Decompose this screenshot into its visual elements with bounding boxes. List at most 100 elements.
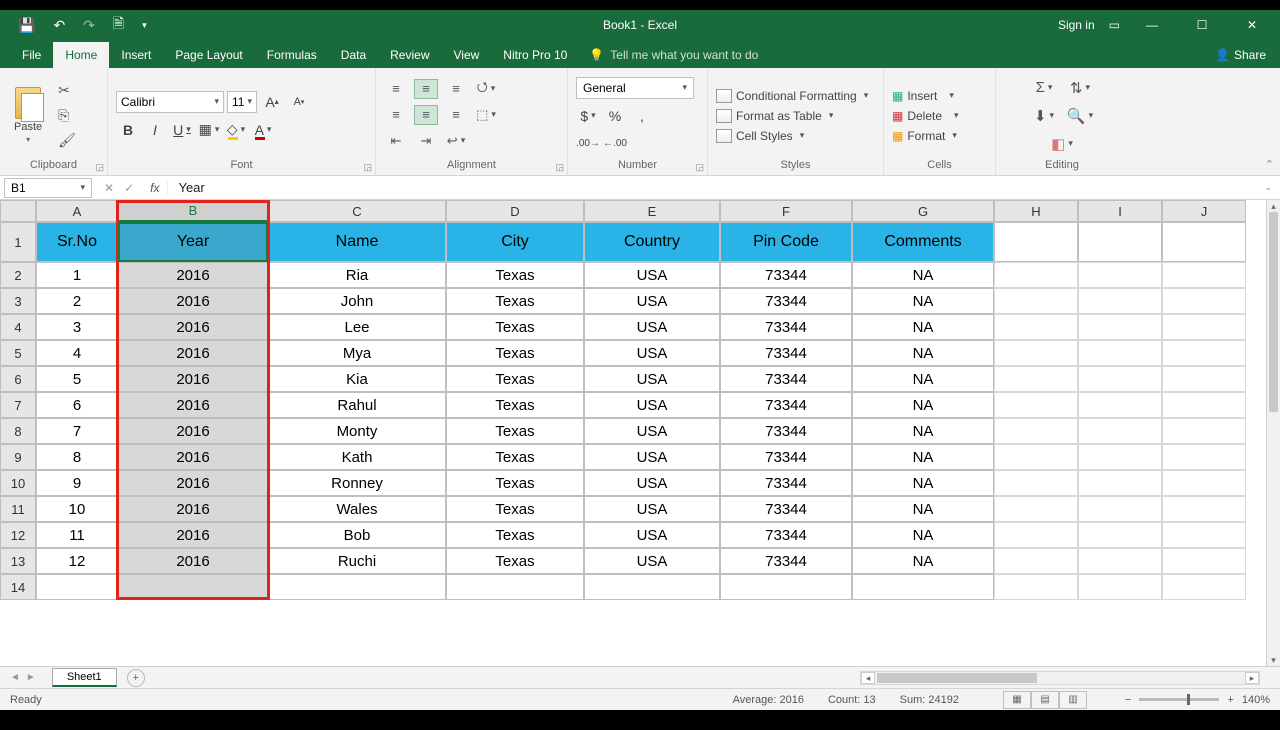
- column-header-D[interactable]: D: [446, 200, 584, 222]
- cell[interactable]: 2016: [118, 340, 268, 366]
- cell[interactable]: Ruchi: [268, 548, 446, 574]
- increase-indent-icon[interactable]: ⇥: [414, 131, 438, 151]
- cell[interactable]: NA: [852, 392, 994, 418]
- cell[interactable]: 2016: [118, 418, 268, 444]
- redo-icon[interactable]: ↷: [83, 17, 95, 34]
- cell[interactable]: [36, 574, 118, 600]
- cell[interactable]: [994, 314, 1078, 340]
- borders-button[interactable]: ▦▾: [197, 119, 221, 141]
- row-header-6[interactable]: 6: [0, 366, 36, 392]
- cell[interactable]: 73344: [720, 418, 852, 444]
- cell[interactable]: [1162, 522, 1246, 548]
- column-header-C[interactable]: C: [268, 200, 446, 222]
- formula-input[interactable]: Year: [168, 180, 1256, 195]
- cell[interactable]: USA: [584, 314, 720, 340]
- tab-page-layout[interactable]: Page Layout: [163, 42, 254, 68]
- cell[interactable]: [1078, 392, 1162, 418]
- italic-button[interactable]: I: [143, 119, 167, 141]
- cell[interactable]: 2016: [118, 392, 268, 418]
- sheet-nav-prev-icon[interactable]: ◄: [10, 672, 20, 683]
- cell[interactable]: NA: [852, 314, 994, 340]
- cell[interactable]: Bob: [268, 522, 446, 548]
- sheet-tab[interactable]: Sheet1: [52, 668, 117, 687]
- cell[interactable]: 73344: [720, 366, 852, 392]
- copy-icon[interactable]: ⎘: [58, 107, 76, 124]
- cell[interactable]: [1162, 548, 1246, 574]
- cell[interactable]: USA: [584, 418, 720, 444]
- font-dialog-icon[interactable]: ◲: [363, 162, 372, 173]
- cell[interactable]: 4: [36, 340, 118, 366]
- clipboard-dialog-icon[interactable]: ◲: [95, 162, 104, 173]
- format-as-table-button[interactable]: Format as Table▾: [716, 108, 833, 124]
- worksheet-grid[interactable]: ABCDEFGHIJ1Sr.NoYearNameCityCountryPin C…: [0, 200, 1280, 666]
- cell[interactable]: Texas: [446, 314, 584, 340]
- decrease-font-icon[interactable]: A▾: [287, 91, 311, 113]
- cell[interactable]: [994, 340, 1078, 366]
- cell[interactable]: USA: [584, 522, 720, 548]
- cell[interactable]: Texas: [446, 392, 584, 418]
- cell[interactable]: 73344: [720, 262, 852, 288]
- enter-formula-icon[interactable]: ✓: [124, 181, 134, 195]
- align-top-icon[interactable]: ≡: [384, 79, 408, 99]
- align-left-icon[interactable]: ≡: [384, 105, 408, 125]
- cell[interactable]: Texas: [446, 470, 584, 496]
- percent-format-icon[interactable]: %: [603, 105, 627, 127]
- row-header-4[interactable]: 4: [0, 314, 36, 340]
- number-format-select[interactable]: General▾: [576, 77, 694, 99]
- cell[interactable]: 3: [36, 314, 118, 340]
- cell[interactable]: [994, 366, 1078, 392]
- cell[interactable]: 8: [36, 444, 118, 470]
- column-header-E[interactable]: E: [584, 200, 720, 222]
- cell[interactable]: [994, 444, 1078, 470]
- cell[interactable]: 73344: [720, 496, 852, 522]
- tab-file[interactable]: File: [10, 42, 53, 68]
- cell[interactable]: 2016: [118, 444, 268, 470]
- save-icon[interactable]: 💾: [18, 17, 35, 34]
- cell[interactable]: NA: [852, 262, 994, 288]
- wrap-text-icon[interactable]: ↩▾: [444, 131, 468, 151]
- cell[interactable]: Sr.No: [36, 222, 118, 262]
- cell[interactable]: [1078, 522, 1162, 548]
- scroll-up-icon[interactable]: ▴: [1267, 200, 1280, 212]
- cell[interactable]: USA: [584, 366, 720, 392]
- cell[interactable]: NA: [852, 444, 994, 470]
- scroll-left-icon[interactable]: ◂: [861, 672, 875, 684]
- find-select-icon[interactable]: 🔍▾: [1067, 105, 1093, 127]
- tab-data[interactable]: Data: [329, 42, 378, 68]
- cell[interactable]: [1078, 340, 1162, 366]
- tab-review[interactable]: Review: [378, 42, 441, 68]
- cell[interactable]: NA: [852, 470, 994, 496]
- cell[interactable]: [1162, 262, 1246, 288]
- cell[interactable]: [584, 574, 720, 600]
- cell[interactable]: [994, 418, 1078, 444]
- cell[interactable]: NA: [852, 288, 994, 314]
- column-header-J[interactable]: J: [1162, 200, 1246, 222]
- row-header-2[interactable]: 2: [0, 262, 36, 288]
- cell[interactable]: [1078, 470, 1162, 496]
- tab-formulas[interactable]: Formulas: [255, 42, 329, 68]
- name-box[interactable]: B1▾: [4, 178, 92, 198]
- cell[interactable]: 73344: [720, 548, 852, 574]
- clear-icon[interactable]: ◧▾: [1049, 133, 1075, 155]
- cell[interactable]: NA: [852, 522, 994, 548]
- font-color-button[interactable]: A▾: [251, 119, 275, 141]
- cell[interactable]: 6: [36, 392, 118, 418]
- cell[interactable]: Texas: [446, 496, 584, 522]
- cell[interactable]: Texas: [446, 548, 584, 574]
- cell[interactable]: 12: [36, 548, 118, 574]
- row-header-5[interactable]: 5: [0, 340, 36, 366]
- cell[interactable]: Country: [584, 222, 720, 262]
- row-header-10[interactable]: 10: [0, 470, 36, 496]
- cell[interactable]: Texas: [446, 522, 584, 548]
- cell[interactable]: 1: [36, 262, 118, 288]
- cell[interactable]: [446, 574, 584, 600]
- align-bottom-icon[interactable]: ≡: [444, 79, 468, 99]
- cell[interactable]: Kia: [268, 366, 446, 392]
- cell[interactable]: [994, 574, 1078, 600]
- cell[interactable]: 2: [36, 288, 118, 314]
- cell[interactable]: Pin Code: [720, 222, 852, 262]
- close-button[interactable]: ✕: [1234, 10, 1270, 40]
- cell[interactable]: Mya: [268, 340, 446, 366]
- cell[interactable]: 73344: [720, 392, 852, 418]
- format-cells-button[interactable]: ▦Format▾: [892, 128, 957, 144]
